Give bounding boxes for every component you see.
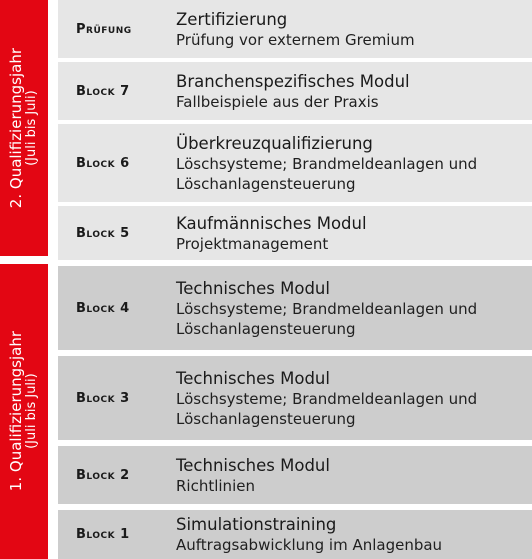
- phase-subtitle: (Juli bis Juli): [24, 373, 40, 450]
- row-label: Block 7: [76, 83, 130, 99]
- row-content: Technisches Modul Löschsysteme; Brandmel…: [176, 368, 532, 429]
- row-description: Richtlinien: [176, 476, 255, 495]
- row-title: Technisches Modul: [176, 278, 330, 298]
- row-title: Technisches Modul: [176, 368, 330, 388]
- row-label: Block 1: [76, 527, 130, 542]
- phase-label-year-1: 1. Qualifizierungsjahr (Juli bis Juli): [6, 331, 40, 492]
- row-label: Block 5: [76, 225, 130, 241]
- row-title: Simulationstraining: [176, 515, 337, 534]
- row-description: Auftragsabwicklung im Anlagenbau: [176, 536, 443, 554]
- row-description: Fallbeispiele aus der Praxis: [176, 92, 379, 111]
- row-label: Block 2: [76, 467, 130, 483]
- row-content: Simulationstraining Auftragsabwicklung i…: [176, 514, 532, 555]
- row-title: Zertifizierung: [176, 9, 288, 29]
- row-block-6: Block 6 Überkreuzqualifizierung Löschsys…: [58, 124, 532, 202]
- phase-bar-year-2: 2. Qualifizierungsjahr (Juli bis Juli): [0, 0, 48, 256]
- row-block-3: Block 3 Technisches Modul Löschsysteme; …: [58, 356, 532, 440]
- row-description: Projektmanagement: [176, 234, 329, 253]
- row-content: Technisches Modul Richtlinien: [176, 455, 532, 496]
- row-description: Prüfung vor externem Gremium: [176, 30, 415, 49]
- row-label: Prüfung: [76, 21, 132, 37]
- row-content: Zertifizierung Prüfung vor externem Grem…: [176, 9, 532, 50]
- row-pruefung: Prüfung Zertifizierung Prüfung vor exter…: [58, 0, 532, 58]
- row-content: Branchenspezifisches Modul Fallbeispiele…: [176, 71, 532, 112]
- row-title: Branchenspezifisches Modul: [176, 71, 410, 91]
- row-description: Löschsysteme; Brandmeldeanlagen und Lösc…: [176, 299, 478, 338]
- row-block-2: Block 2 Technisches Modul Richtlinien: [58, 446, 532, 504]
- row-label: Block 6: [76, 155, 130, 171]
- row-description: Löschsysteme; Brandmeldeanlagen und Lösc…: [176, 154, 478, 193]
- row-content: Überkreuzqualifizierung Löschsysteme; Br…: [176, 133, 532, 194]
- row-block-4: Block 4 Technisches Modul Löschsysteme; …: [58, 266, 532, 350]
- phase-bar-year-1: 1. Qualifizierungsjahr (Juli bis Juli): [0, 264, 48, 559]
- phase-label-year-2: 2. Qualifizierungsjahr (Juli bis Juli): [6, 47, 40, 209]
- row-title: Technisches Modul: [176, 455, 330, 475]
- row-block-7: Block 7 Branchenspezifisches Modul Fallb…: [58, 62, 532, 120]
- row-block-5: Block 5 Kaufmännisches Modul Projektmana…: [58, 206, 532, 260]
- qualification-schedule: 2. Qualifizierungsjahr (Juli bis Juli) 1…: [0, 0, 532, 559]
- row-block-1: Block 1 Simulationstraining Auftragsabwi…: [58, 510, 532, 559]
- row-label: Block 3: [76, 390, 130, 406]
- row-content: Technisches Modul Löschsysteme; Brandmel…: [176, 278, 532, 339]
- row-label: Block 4: [76, 300, 130, 316]
- row-content: Kaufmännisches Modul Projektmanagement: [176, 213, 532, 254]
- row-title: Überkreuzqualifizierung: [176, 133, 373, 153]
- phase-title: 2. Qualifizierungsjahr: [6, 47, 25, 209]
- row-title: Kaufmännisches Modul: [176, 213, 367, 233]
- phase-title: 1. Qualifizierungsjahr: [6, 331, 25, 492]
- phase-subtitle: (Juli bis Juli): [24, 90, 40, 166]
- row-description: Löschsysteme; Brandmeldeanlagen und Lösc…: [176, 389, 478, 428]
